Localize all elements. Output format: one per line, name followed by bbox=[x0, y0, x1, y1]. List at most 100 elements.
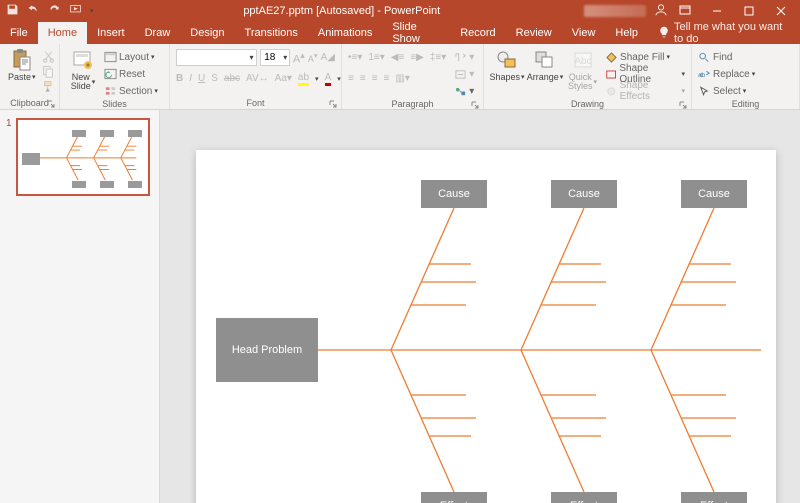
slide-thumbnail-pane: 1 bbox=[0, 110, 160, 503]
effect-node-1[interactable]: Effect bbox=[421, 492, 487, 503]
shadow-icon[interactable]: S bbox=[211, 73, 218, 84]
align-center-icon[interactable]: ≡ bbox=[360, 73, 366, 84]
align-left-icon[interactable]: ≡ bbox=[348, 73, 354, 84]
tab-review[interactable]: Review bbox=[506, 22, 562, 44]
maximize-button[interactable] bbox=[734, 0, 764, 22]
underline-icon[interactable]: U bbox=[198, 73, 205, 84]
numbering-icon[interactable]: 1≡▾ bbox=[368, 52, 384, 63]
align-right-icon[interactable]: ≡ bbox=[372, 73, 378, 84]
quick-styles-icon: Abc bbox=[572, 49, 594, 71]
dialog-launcher-icon[interactable] bbox=[47, 100, 55, 108]
new-slide-button[interactable]: New Slide▾ bbox=[66, 49, 100, 92]
start-from-beginning-icon[interactable] bbox=[69, 3, 82, 19]
select-button[interactable]: Select▾ bbox=[698, 83, 755, 99]
head-problem-label: Head Problem bbox=[232, 344, 302, 356]
decrease-indent-icon[interactable]: ◀≡ bbox=[391, 52, 405, 63]
font-family-combo[interactable]: ▾ bbox=[176, 49, 257, 66]
font-family-input[interactable] bbox=[177, 52, 247, 63]
cause-node-2[interactable]: Cause bbox=[551, 180, 617, 208]
font-size-input[interactable] bbox=[261, 52, 281, 63]
minimize-button[interactable] bbox=[702, 0, 732, 22]
slide-thumbnail-1[interactable] bbox=[16, 118, 150, 196]
cause-label-3: Cause bbox=[698, 188, 730, 200]
cause-node-1[interactable]: Cause bbox=[421, 180, 487, 208]
cause-node-3[interactable]: Cause bbox=[681, 180, 747, 208]
ribbon-display-options-icon[interactable] bbox=[670, 0, 700, 22]
quick-access-toolbar: ▾ bbox=[0, 3, 100, 19]
effect-node-3[interactable]: Effect bbox=[681, 492, 747, 503]
slides-group-label: Slides bbox=[102, 99, 127, 109]
arrange-button[interactable]: Arrange▾ bbox=[528, 49, 562, 82]
bullets-icon[interactable]: •≡▾ bbox=[348, 52, 362, 63]
head-problem-node[interactable]: Head Problem bbox=[216, 318, 318, 382]
redo-icon[interactable] bbox=[48, 3, 61, 19]
copy-icon[interactable] bbox=[42, 64, 56, 78]
shapes-button[interactable]: Shapes▾ bbox=[490, 49, 524, 82]
replace-label: Replace bbox=[713, 69, 750, 80]
font-size-combo[interactable]: ▾ bbox=[260, 49, 290, 66]
group-font: ▾ ▾ A▴A▾A◢ B I U S abc AV↔ Aa▾ ab▾ A▾ Fo… bbox=[170, 44, 342, 109]
slide-canvas[interactable]: Head Problem Cause Cause Cause Effect Ef… bbox=[196, 150, 776, 503]
italic-icon[interactable]: I bbox=[189, 73, 192, 84]
account-avatar-icon[interactable] bbox=[654, 3, 668, 20]
font-group-label: Font bbox=[246, 98, 264, 108]
line-spacing-icon[interactable]: ‡≡▾ bbox=[430, 52, 446, 63]
columns-icon[interactable]: ▥▾ bbox=[395, 73, 409, 84]
tab-transitions[interactable]: Transitions bbox=[235, 22, 308, 44]
lightbulb-icon bbox=[658, 26, 670, 41]
group-slides: New Slide▾ Layout▾ Reset Section▾ Slides bbox=[60, 44, 170, 109]
save-icon[interactable] bbox=[6, 3, 19, 19]
strikethrough-icon[interactable]: abc bbox=[224, 73, 240, 84]
reset-button[interactable]: Reset bbox=[104, 66, 158, 82]
text-direction-icon[interactable]: ▾ bbox=[454, 49, 474, 65]
tab-slide-show[interactable]: Slide Show bbox=[382, 22, 450, 44]
undo-icon[interactable] bbox=[27, 3, 40, 19]
ribbon-tabs: File Home Insert Draw Design Transitions… bbox=[0, 22, 800, 44]
decrease-font-icon[interactable]: A▾ bbox=[308, 51, 318, 64]
svg-text:ab: ab bbox=[698, 72, 706, 79]
effect-node-2[interactable]: Effect bbox=[551, 492, 617, 503]
tab-file[interactable]: File bbox=[0, 22, 38, 44]
character-spacing-icon[interactable]: AV↔ bbox=[246, 73, 269, 84]
arrange-label: Arrange bbox=[527, 73, 559, 82]
dialog-launcher-icon[interactable] bbox=[679, 101, 687, 109]
find-button[interactable]: Find bbox=[698, 49, 755, 65]
font-color-icon[interactable]: A bbox=[325, 72, 332, 86]
bold-icon[interactable]: B bbox=[176, 73, 183, 84]
tab-animations[interactable]: Animations bbox=[308, 22, 382, 44]
increase-indent-icon[interactable]: ≡▶ bbox=[410, 52, 424, 63]
shape-effects-button[interactable]: Shape Effects▾ bbox=[605, 83, 685, 99]
tab-design[interactable]: Design bbox=[180, 22, 234, 44]
dialog-launcher-icon[interactable] bbox=[329, 100, 337, 108]
close-button[interactable] bbox=[766, 0, 796, 22]
group-editing: Find abReplace▾ Select▾ Editing bbox=[692, 44, 800, 109]
layout-button[interactable]: Layout▾ bbox=[104, 49, 158, 65]
tab-view[interactable]: View bbox=[562, 22, 606, 44]
quick-styles-button[interactable]: Abc Quick Styles▾ bbox=[566, 49, 599, 92]
format-painter-icon[interactable] bbox=[42, 79, 56, 93]
account-name[interactable] bbox=[584, 5, 646, 17]
select-label: Select bbox=[713, 86, 741, 97]
tab-draw[interactable]: Draw bbox=[135, 22, 181, 44]
increase-font-icon[interactable]: A▴ bbox=[293, 50, 305, 66]
cut-icon[interactable] bbox=[42, 49, 56, 63]
tab-record[interactable]: Record bbox=[450, 22, 505, 44]
align-text-icon[interactable]: ▾ bbox=[454, 66, 474, 82]
convert-smartart-icon[interactable]: ▾ bbox=[454, 83, 474, 99]
section-button[interactable]: Section▾ bbox=[104, 83, 158, 99]
clear-formatting-icon[interactable]: A◢ bbox=[321, 52, 335, 63]
workspace: 1 bbox=[0, 110, 800, 503]
tell-me-search[interactable]: Tell me what you want to do bbox=[648, 22, 800, 44]
justify-icon[interactable]: ≡ bbox=[384, 73, 390, 84]
change-case-icon[interactable]: Aa▾ bbox=[275, 73, 292, 84]
dialog-launcher-icon[interactable] bbox=[471, 101, 479, 109]
tab-help[interactable]: Help bbox=[605, 22, 648, 44]
paste-button[interactable]: Paste▾ bbox=[6, 49, 38, 82]
font-highlight-icon[interactable]: ab bbox=[298, 72, 309, 86]
tab-insert[interactable]: Insert bbox=[87, 22, 135, 44]
replace-button[interactable]: abReplace▾ bbox=[698, 66, 755, 82]
tab-home[interactable]: Home bbox=[38, 22, 87, 44]
qat-customize-icon[interactable]: ▾ bbox=[90, 7, 94, 15]
slide-editor[interactable]: Head Problem Cause Cause Cause Effect Ef… bbox=[160, 110, 800, 503]
clipboard-group-label: Clipboard bbox=[10, 98, 49, 108]
